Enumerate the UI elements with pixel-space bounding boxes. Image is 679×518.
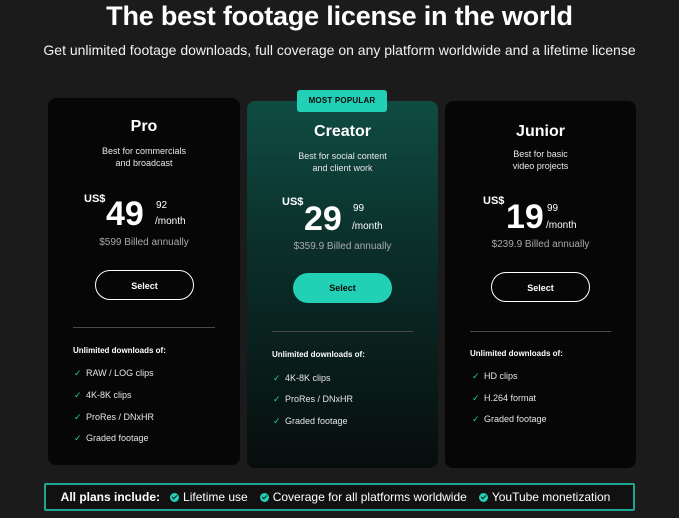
select-button-junior[interactable]: Select [491, 272, 590, 302]
feature-item: ✓ Graded footage [273, 416, 348, 426]
select-button-pro[interactable]: Select [95, 270, 194, 300]
check-circle-icon [478, 492, 488, 502]
check-icon: ✓ [472, 393, 480, 403]
check-icon: ✓ [74, 390, 82, 400]
features-heading: Unlimited downloads of: [470, 349, 563, 358]
page-title: The best footage license in the world [106, 1, 573, 31]
billed-annually: $239.9 Billed annually [491, 239, 590, 250]
price-cents: 99 [547, 203, 559, 214]
price-period: /month [155, 216, 186, 227]
footer-item-youtube: YouTube monetization [478, 490, 610, 504]
feature-item: ✓ RAW / LOG clips [74, 368, 154, 378]
check-icon: ✓ [273, 394, 281, 404]
feature-item: ✓ ProRes / DNxHR [273, 394, 354, 404]
divider [470, 331, 611, 332]
check-circle-icon [170, 492, 180, 502]
price-value: 19 [506, 198, 544, 236]
feature-item: ✓ Graded footage [472, 414, 547, 424]
features-heading: Unlimited downloads of: [73, 346, 166, 355]
plan-description: Best for commercials and broadcast [101, 146, 187, 168]
price-value: 49 [106, 195, 144, 233]
billed-annually: $599 Billed annually [99, 237, 189, 248]
page-subtitle: Get unlimited footage downloads, full co… [43, 42, 636, 58]
divider [272, 331, 413, 332]
feature-item: ✓ H.264 format [472, 393, 537, 403]
check-icon: ✓ [472, 414, 480, 424]
check-icon: ✓ [472, 371, 480, 381]
price-cents: 99 [353, 203, 365, 214]
plan-description: Best for social content and client work [298, 151, 387, 173]
check-icon: ✓ [74, 433, 82, 443]
check-icon: ✓ [273, 373, 281, 383]
all-plans-label: All plans include: [60, 490, 161, 504]
plan-name: Creator [314, 123, 371, 140]
divider [73, 327, 215, 328]
footer-item-lifetime: Lifetime use [170, 490, 248, 504]
price-period: /month [352, 221, 383, 232]
currency-label: US$ [282, 196, 304, 208]
check-icon: ✓ [273, 416, 281, 426]
feature-item: ✓ ProRes / DNxHR [74, 412, 155, 422]
check-icon: ✓ [74, 368, 82, 378]
feature-item: ✓ HD clips [472, 371, 518, 381]
price-period: /month [546, 220, 577, 231]
plan-name: Pro [130, 118, 158, 135]
check-icon: ✓ [74, 412, 82, 422]
features-heading: Unlimited downloads of: [272, 350, 365, 359]
check-circle-icon [259, 492, 269, 502]
billed-annually: $359.9 Billed annually [293, 241, 392, 252]
most-popular-badge: MOST POPULAR [297, 90, 387, 112]
currency-label: US$ [84, 193, 106, 205]
price-cents: 92 [156, 200, 168, 211]
feature-item: ✓ Graded footage [74, 433, 149, 443]
feature-item: ✓ 4K-8K clips [74, 390, 132, 400]
footer-item-coverage: Coverage for all platforms worldwide [259, 490, 467, 504]
plan-name: Junior [516, 123, 565, 140]
plan-description: Best for basic video projects [512, 149, 569, 171]
price-value: 29 [304, 200, 342, 238]
select-button-creator[interactable]: Select [293, 273, 392, 303]
plan-card-pro: Pro Best for commercials and broadcast U… [48, 98, 240, 465]
plan-card-junior: Junior Best for basic video projects US$… [445, 101, 636, 468]
feature-item: ✓ 4K-8K clips [273, 373, 331, 383]
plan-card-creator: Creator Best for social content and clie… [247, 101, 438, 468]
all-plans-include-bar: All plans include: Lifetime use Coverage… [44, 483, 635, 511]
currency-label: US$ [483, 195, 505, 207]
